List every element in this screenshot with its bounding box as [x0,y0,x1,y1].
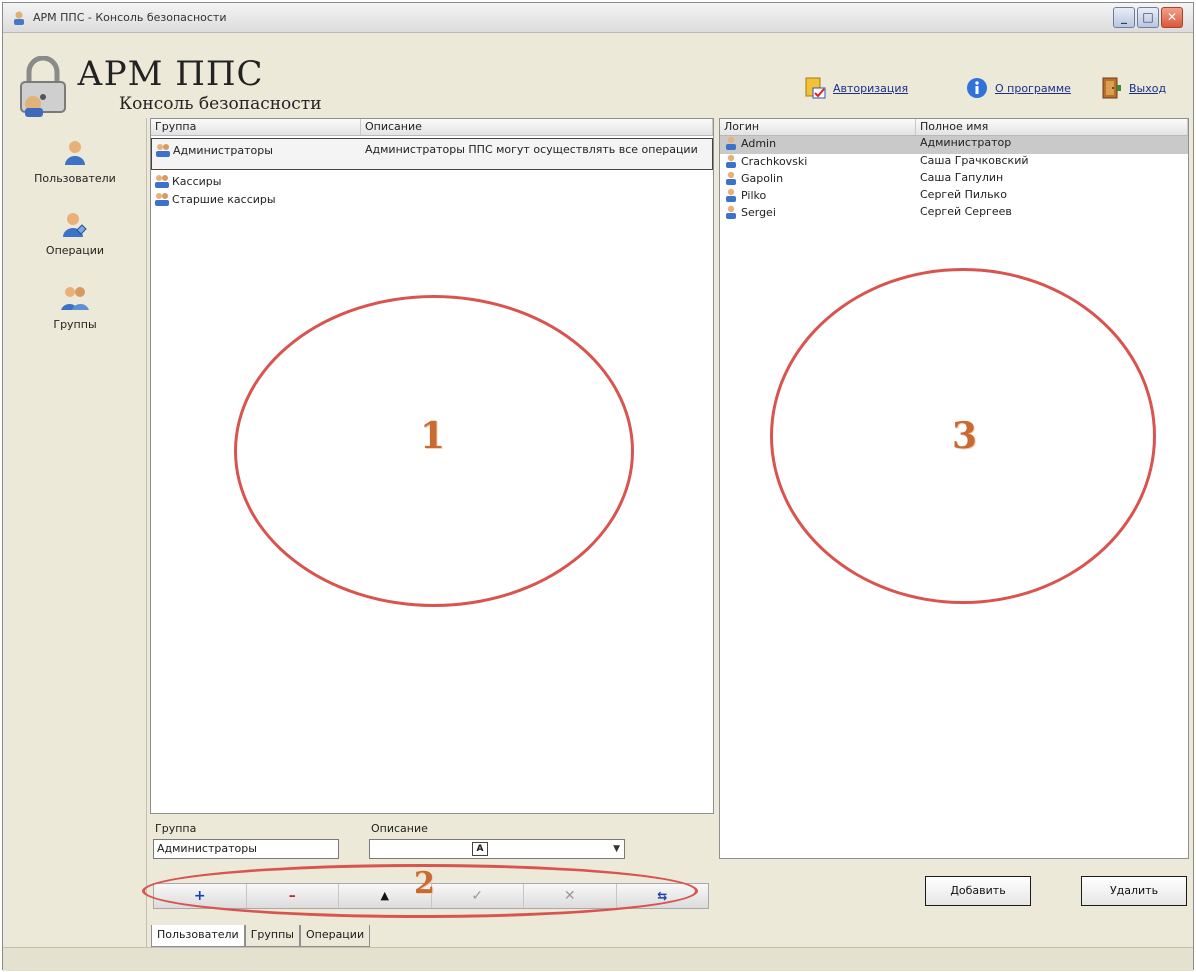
user-login-cell: Pilko [720,188,916,205]
table-row[interactable]: Gapolin Саша Гапулин [720,171,1188,188]
annotation-number-3: 3 [952,415,978,457]
about-link[interactable]: О программе [965,75,1071,101]
nav-item-operations-label: Операции [45,244,105,257]
exit-link-label: Выход [1129,81,1167,95]
user-full-name-cell: Сергей Сергеев [920,205,1012,218]
user-login: Crachkovski [741,155,808,168]
user-login: Sergei [741,206,776,219]
users-group-icon [156,144,170,157]
user-login-cell: Sergei [720,205,916,222]
table-row[interactable]: Crachkovski Саша Грачковский [720,154,1188,171]
groups-grid-header: Группа Описание [151,119,713,136]
bottom-tabs: Пользователи Группы Операции [151,925,371,947]
user-login: Pilko [741,189,767,202]
user-login-cell: Crachkovski [720,154,916,171]
app-icon [14,11,24,25]
title-bar: АРМ ППС - Консоль безопасности _ □ ✕ [3,3,1193,33]
user-login-cell: Gapolin [720,171,916,188]
exit-door-icon [1102,77,1121,99]
group-name-cell: Администраторы [152,139,361,169]
exit-link[interactable]: Выход [1099,75,1166,101]
users-group-icon [155,175,169,188]
users-group-icon [61,287,89,310]
window-title: АРМ ППС - Консоль безопасности [33,11,227,24]
user-icon [726,188,736,202]
group-name: Старшие кассиры [172,193,276,206]
authorization-link[interactable]: Авторизация [803,75,908,101]
table-row[interactable]: Кассиры [151,174,713,192]
user-icon [726,171,736,185]
app-name: АРМ ППС [77,54,264,94]
group-name: Кассиры [172,175,222,188]
table-row[interactable]: Admin Администратор [720,136,1188,154]
nav-item-operations[interactable]: Операции [3,210,147,257]
user-full-name-cell: Администратор [920,136,1012,149]
add-user-button[interactable]: Добавить [925,876,1031,906]
user-icon [726,205,736,219]
group-field-label: Группа [155,822,197,835]
minimize-button[interactable]: _ [1113,7,1135,28]
close-button[interactable]: ✕ [1161,7,1183,28]
group-description-cell: Администраторы ППС могут осуществлять вс… [365,143,698,156]
status-bar [3,947,1193,971]
column-header-description[interactable]: Описание [361,119,713,135]
user-operation-icon [63,213,87,237]
column-header-group[interactable]: Группа [151,119,361,135]
nav-item-users-label: Пользователи [34,172,116,185]
description-field-label: Описание [371,822,428,835]
group-name-input[interactable]: Администраторы [153,839,339,859]
tab-users[interactable]: Пользователи [151,925,245,947]
group-description-cell [361,174,701,192]
group-name-cell: Кассиры [151,174,361,192]
user-icon [726,154,736,168]
tab-groups[interactable]: Группы [244,925,300,947]
description-combo[interactable]: A ▼ [369,839,625,859]
about-link-label: О программе [995,81,1071,95]
table-row[interactable]: Sergei Сергей Сергеев [720,205,1188,222]
user-login: Admin [741,137,777,150]
padlock-logo-icon [20,56,66,117]
table-row[interactable]: Старшие кассиры [151,192,713,210]
info-icon [967,78,987,98]
table-row[interactable]: Администраторы Администраторы ППС могут … [151,138,713,170]
user-full-name-cell: Саша Гапулин [920,171,1004,184]
users-grid-header: Логин Полное имя [720,119,1188,136]
app-header: АРМ ППС Консоль безопасности Авторизация… [3,34,1193,118]
user-icon [726,136,736,150]
tab-operations[interactable]: Операции [299,925,371,947]
annotation-number-1: 1 [420,415,446,457]
chevron-down-icon[interactable]: ▼ [613,840,620,858]
left-nav: Пользователи Операции Группы [3,118,147,948]
combo-edit-button[interactable]: A [472,842,488,856]
user-login-cell: Admin [720,136,916,154]
group-name: Администраторы [173,144,273,157]
nav-item-users[interactable]: Пользователи [3,138,147,185]
nav-item-groups-label: Группы [53,318,97,331]
user-login: Gapolin [741,172,784,185]
app-subtitle: Консоль безопасности [119,94,322,114]
column-header-full-name[interactable]: Полное имя [916,119,1188,135]
nav-item-groups[interactable]: Группы [3,284,147,331]
user-full-name-cell: Саша Грачковский [920,154,1029,167]
maximize-button[interactable]: □ [1137,7,1159,28]
group-description-cell [361,192,701,210]
users-group-icon [155,193,169,206]
group-name-cell: Старшие кассиры [151,192,361,210]
column-header-login[interactable]: Логин [720,119,916,135]
table-row[interactable]: Pilko Сергей Пилько [720,188,1188,205]
authorization-link-label: Авторизация [833,81,909,95]
user-icon [65,141,85,165]
authorization-icon [805,77,826,99]
user-full-name-cell: Сергей Пилько [920,188,1007,201]
delete-user-button[interactable]: Удалить [1081,876,1187,906]
annotation-number-2: 2 [414,866,435,901]
